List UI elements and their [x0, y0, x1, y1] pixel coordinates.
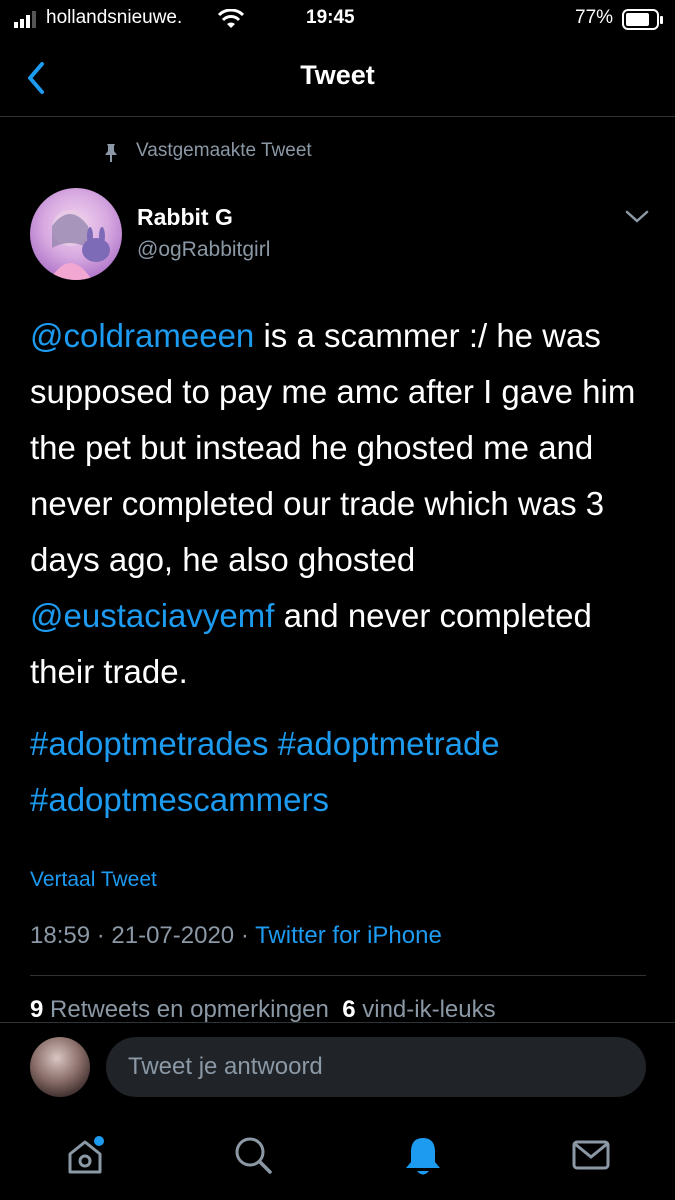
tweet-date: 21-07-2020 — [111, 922, 235, 949]
hashtag-link[interactable]: #adoptmetrade — [278, 725, 500, 762]
retweets-label[interactable]: Retweets en opmerkingen — [50, 996, 329, 1022]
translate-link[interactable]: Vertaal Tweet — [30, 868, 157, 892]
author-handle[interactable]: @ogRabbitgirl — [137, 238, 270, 262]
current-user-avatar[interactable] — [30, 1037, 90, 1097]
reply-bar: Tweet je antwoord — [0, 1022, 675, 1113]
pin-icon — [105, 144, 117, 162]
page-title: Tweet — [300, 60, 375, 90]
wifi-icon — [218, 9, 244, 28]
tab-bar — [0, 1112, 675, 1200]
battery-icon — [622, 9, 663, 30]
search-icon — [235, 1137, 272, 1174]
author-name[interactable]: Rabbit G — [137, 204, 233, 231]
tweet-text-part: is a scammer :/ he was supposed to pay m… — [30, 317, 636, 578]
avatar-image — [50, 210, 110, 280]
battery-percent: 77% — [575, 7, 614, 28]
home-icon — [68, 1136, 104, 1174]
tweet-stats: 9 Retweets en opmerkingen 6 vind-ik-leuk… — [30, 996, 496, 1022]
mention-link[interactable]: @eustaciavyemf — [30, 597, 274, 634]
tab-search[interactable] — [228, 1130, 278, 1180]
tweet-text: @coldrameeen is a scammer :/ he was supp… — [30, 308, 645, 700]
mention-link[interactable]: @coldrameeen — [30, 317, 254, 354]
retweets-count[interactable]: 9 — [30, 996, 43, 1022]
chevron-down-icon[interactable] — [624, 206, 650, 226]
divider — [30, 975, 646, 976]
likes-label[interactable]: vind-ik-leuks — [362, 996, 495, 1022]
tab-messages[interactable] — [566, 1130, 616, 1180]
tweet-time: 18:59 — [30, 922, 91, 949]
tweet-source-link[interactable]: Twitter for iPhone — [255, 922, 442, 949]
messages-icon — [572, 1140, 610, 1170]
tab-notifications[interactable] — [398, 1130, 448, 1180]
likes-count[interactable]: 6 — [342, 996, 355, 1022]
signal-icon — [14, 11, 36, 28]
tab-home[interactable] — [60, 1130, 110, 1180]
notifications-icon — [406, 1138, 440, 1175]
reply-placeholder: Tweet je antwoord — [128, 1053, 323, 1080]
status-bar: hollandsnieuwe. 19:45 77% — [0, 0, 675, 40]
carrier-name: hollandsnieuwe. — [46, 7, 183, 28]
reply-input[interactable]: Tweet je antwoord — [106, 1037, 646, 1097]
clock: 19:45 — [306, 7, 355, 28]
pinned-label: Vastgemaakte Tweet — [136, 140, 312, 161]
author-avatar[interactable] — [30, 188, 122, 280]
tweet-meta: 18:59 · 21-07-2020 · Twitter for iPhone — [30, 922, 442, 949]
hashtag-link[interactable]: #adoptmescammers — [30, 781, 329, 818]
hashtag-link[interactable]: #adoptmetrades — [30, 725, 269, 762]
hashtags: #adoptmetrades #adoptmetrade #adoptmescam… — [30, 716, 645, 828]
header: Tweet — [0, 40, 675, 117]
